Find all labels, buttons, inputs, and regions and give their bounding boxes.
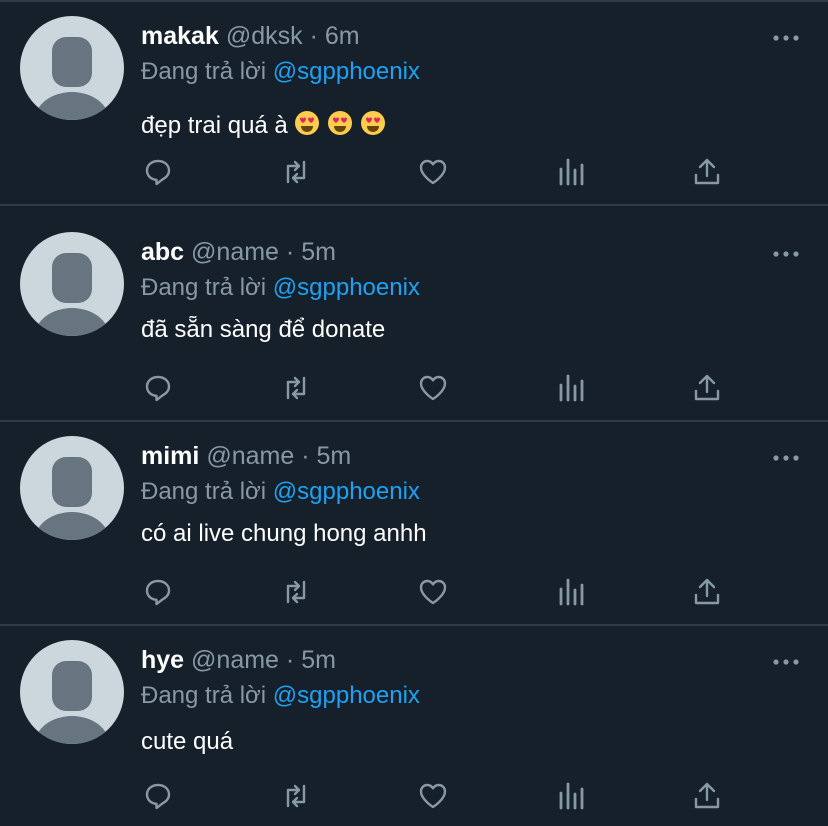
display-name[interactable]: hye [141,646,184,674]
reply-icon[interactable] [138,776,178,816]
like-icon[interactable] [413,152,453,192]
retweet-icon[interactable] [276,368,316,408]
heart-eyes-emoji-icon [294,110,320,143]
action-bar [0,776,828,816]
reply-icon[interactable] [138,572,178,612]
tweet-header: abc @name · 5m [141,238,336,267]
analytics-icon[interactable] [551,368,591,408]
share-icon[interactable] [687,152,727,192]
analytics-icon[interactable] [551,152,591,192]
timestamp[interactable]: 5m [316,442,351,470]
tweet-header: mimi @name · 5m [141,442,351,471]
tweet-header: makak @dksk · 6m [141,22,360,51]
replying-to-label: Đang trả lời [141,682,267,709]
analytics-icon[interactable] [551,776,591,816]
retweet-icon[interactable] [276,152,316,192]
avatar[interactable] [20,436,124,540]
share-icon[interactable] [687,572,727,612]
reply-icon[interactable] [138,368,178,408]
tweet[interactable]: mimi @name · 5m Đang trả lời @sgpphoenix… [0,422,828,626]
share-icon[interactable] [687,368,727,408]
tweet[interactable]: makak @dksk · 6m Đang trả lời @sgpphoeni… [0,2,828,206]
share-icon[interactable] [687,776,727,816]
timestamp[interactable]: 5m [301,238,336,266]
display-name[interactable]: abc [141,238,184,266]
tweet-text: đẹp trai quá à [141,110,386,143]
like-icon[interactable] [413,776,453,816]
separator-dot: · [301,442,310,470]
more-options-icon[interactable] [770,646,802,670]
tweet-divider [0,204,828,206]
tweet[interactable]: hye @name · 5m Đang trả lời @sgpphoenix … [0,626,828,826]
replying-to-label: Đang trả lời [141,274,267,301]
separator-dot: · [309,22,318,50]
avatar[interactable] [20,232,124,336]
timestamp[interactable]: 5m [301,646,336,674]
replying-to: Đang trả lời @sgpphoenix [141,682,420,710]
retweet-icon[interactable] [276,572,316,612]
display-name[interactable]: makak [141,22,219,50]
replying-to: Đang trả lời @sgpphoenix [141,274,420,302]
display-name[interactable]: mimi [141,442,199,470]
replying-to: Đang trả lời @sgpphoenix [141,478,420,506]
mention-link[interactable]: @sgpphoenix [273,478,420,505]
tweet-header: hye @name · 5m [141,646,336,675]
more-options-icon[interactable] [770,238,802,262]
action-bar [0,152,828,192]
tweet-text-content: đẹp trai quá à [141,112,288,139]
mention-link[interactable]: @sgpphoenix [273,682,420,709]
reply-icon[interactable] [138,152,178,192]
user-handle[interactable]: @name [206,442,294,470]
more-options-icon[interactable] [770,442,802,466]
mention-link[interactable]: @sgpphoenix [273,58,420,85]
separator-dot: · [285,238,295,266]
retweet-icon[interactable] [276,776,316,816]
mention-link[interactable]: @sgpphoenix [273,274,420,301]
user-handle[interactable]: @dksk [226,22,303,50]
tweet-text: đã sẵn sàng để donate [141,316,386,343]
tweet-text: có ai live chung hong anhh [141,520,427,547]
heart-eyes-emoji-icon [360,110,386,143]
avatar[interactable] [20,16,124,120]
timestamp[interactable]: 6m [325,22,360,50]
like-icon[interactable] [413,572,453,612]
action-bar [0,572,828,612]
user-handle[interactable]: @name [191,646,279,674]
replying-to: Đang trả lời @sgpphoenix [141,58,420,86]
analytics-icon[interactable] [551,572,591,612]
more-options-icon[interactable] [770,22,802,46]
tweet-text: cute quá [141,728,234,755]
replying-to-label: Đang trả lời [141,58,267,85]
avatar[interactable] [20,640,124,744]
separator-dot: · [285,646,295,674]
user-handle[interactable]: @name [191,238,279,266]
replying-to-label: Đang trả lời [141,478,267,505]
action-bar [0,368,828,408]
heart-eyes-emoji-icon [327,110,353,143]
like-icon[interactable] [413,368,453,408]
tweet[interactable]: abc @name · 5m Đang trả lời @sgpphoenix … [0,218,828,422]
